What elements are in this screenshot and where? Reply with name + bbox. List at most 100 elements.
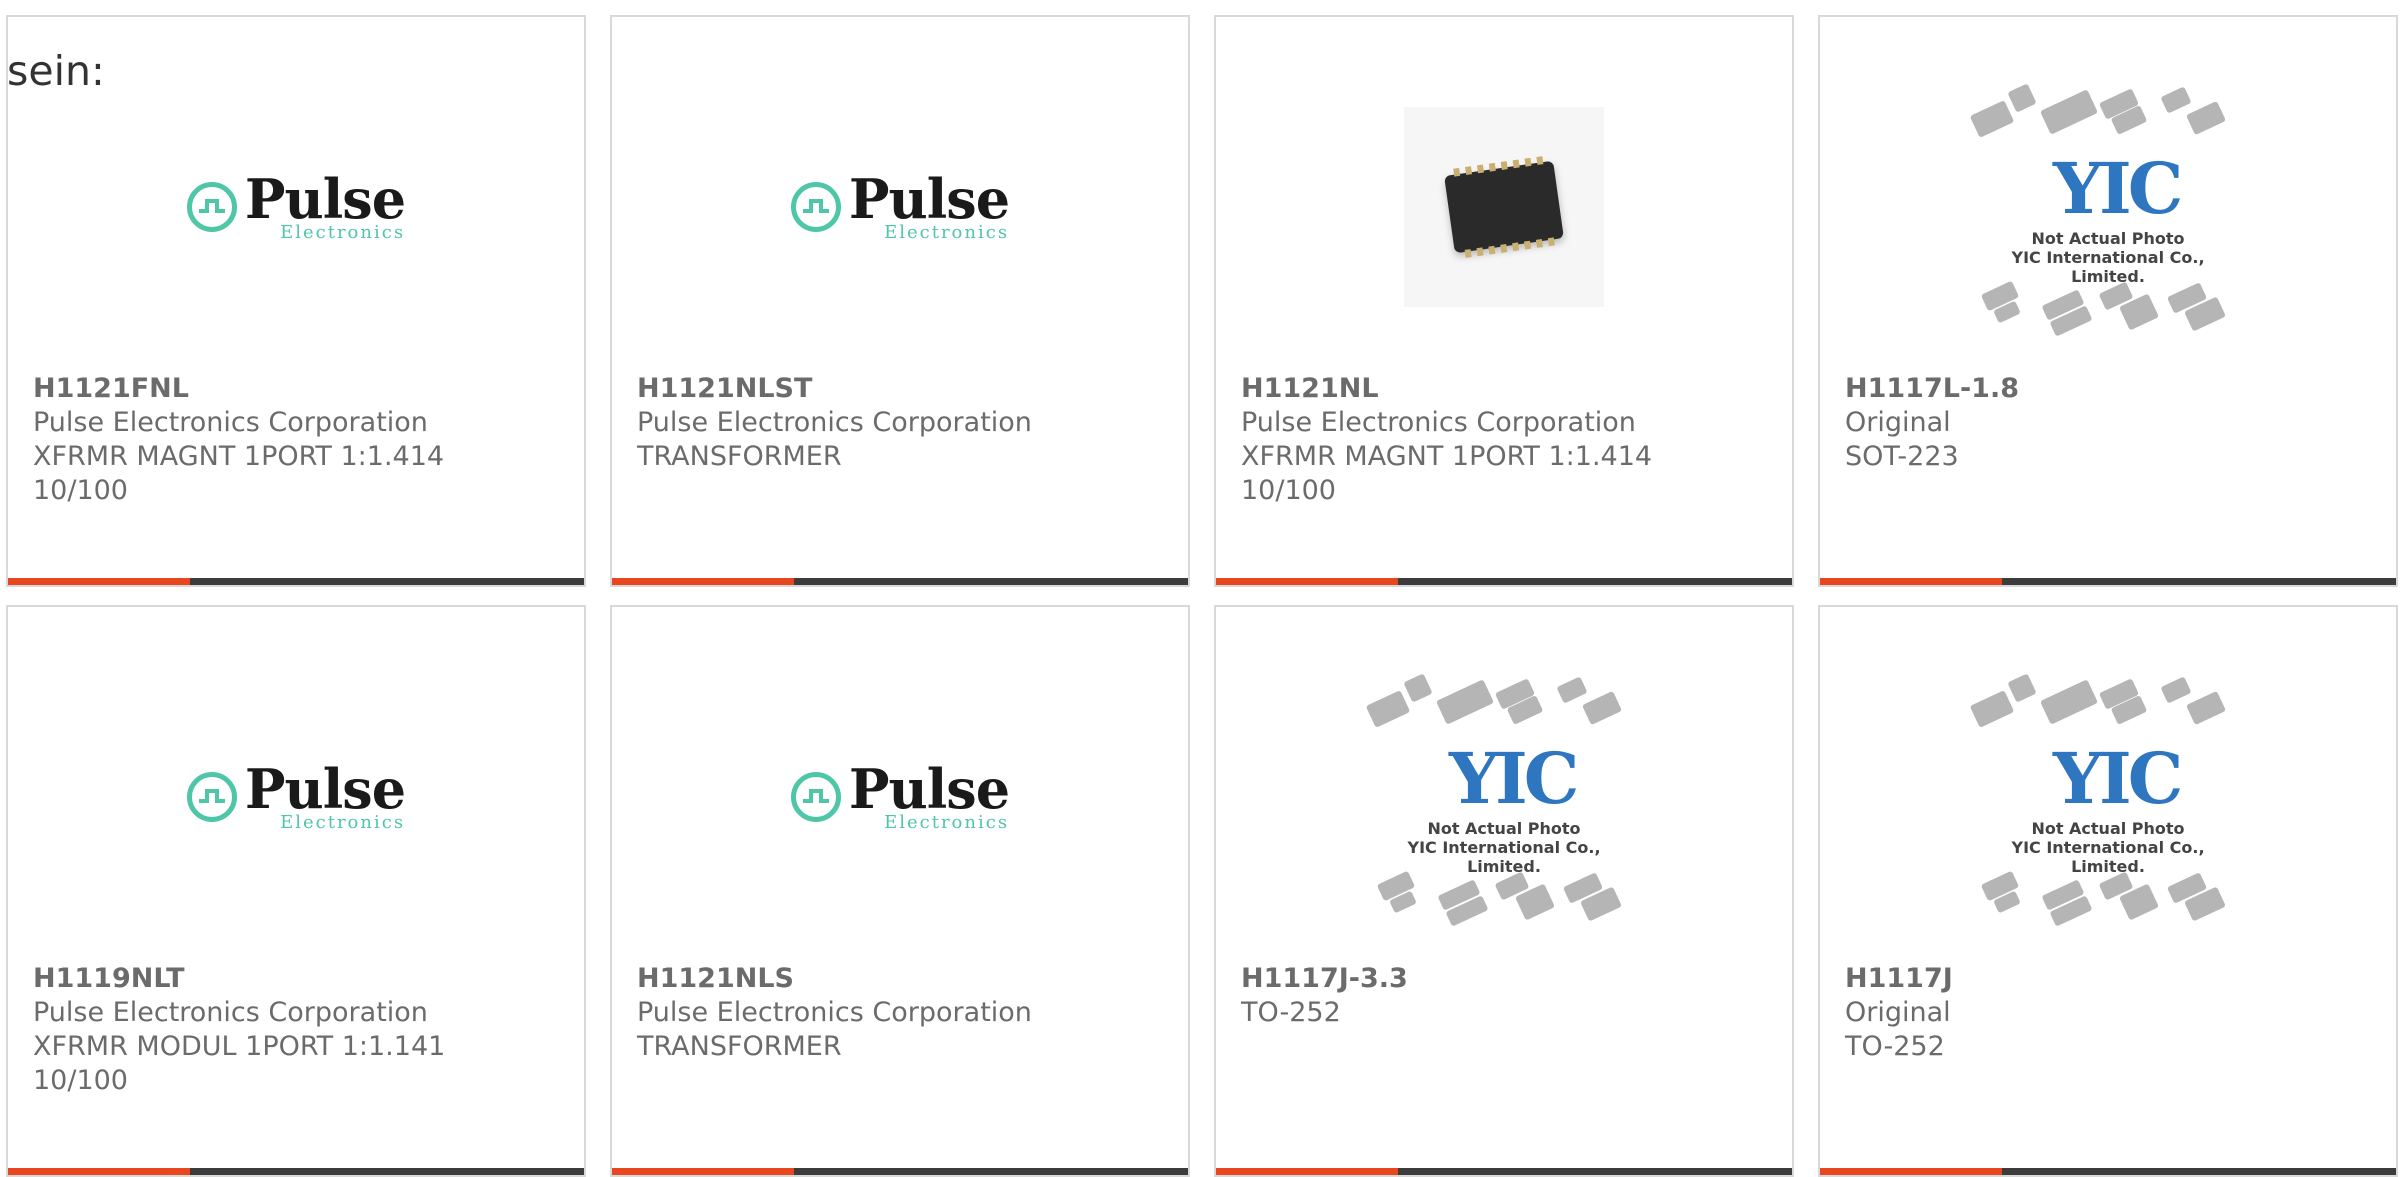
product-detail-line: 10/100 bbox=[33, 1065, 128, 1096]
product-detail-line: XFRMR MAGNT 1PORT 1:1.414 bbox=[33, 441, 445, 472]
card-bottom-bar-accent bbox=[612, 1168, 794, 1175]
yic-logo-icon: YIC bbox=[1449, 737, 1579, 820]
card-bottom-bar bbox=[8, 1168, 584, 1175]
pulse-logo-word: Pulse bbox=[244, 167, 406, 231]
pulse-logo-word: Pulse bbox=[848, 167, 1010, 231]
product-details: Original TO-252 bbox=[1845, 996, 1951, 1064]
product-details: Pulse Electronics Corporation TRANSFORMER bbox=[637, 406, 1032, 474]
product-part-number[interactable]: H1117J bbox=[1845, 962, 1953, 996]
card-bottom-bar bbox=[1820, 578, 2396, 585]
product-detail-line: 10/100 bbox=[1241, 475, 1336, 506]
product-card[interactable]: YIC Not Actual Photo YIC International Co.… bbox=[1214, 605, 1794, 1177]
product-image[interactable]: Pulse Electronics bbox=[612, 87, 1188, 327]
pulse-electronics-logo: Pulse Electronics bbox=[186, 757, 406, 833]
yic-not-actual-photo-placeholder: YIC Not Actual Photo YIC International Co.… bbox=[1365, 673, 1639, 927]
product-photo bbox=[1404, 107, 1604, 307]
product-detail-line: Original bbox=[1845, 997, 1951, 1028]
product-image[interactable]: YIC Not Actual Photo YIC International Co.… bbox=[1820, 83, 2396, 337]
pulse-wordmark: Pulse Electronics bbox=[848, 757, 1010, 833]
pulse-electronics-logo: Pulse Electronics bbox=[790, 167, 1010, 243]
product-part-number[interactable]: H1121NL bbox=[1241, 372, 1379, 406]
product-card[interactable]: Pulse Electronics H1121NLS Pulse Electronic… bbox=[610, 605, 1190, 1177]
yic-not-actual-photo-placeholder: YIC Not Actual Photo YIC International Co.… bbox=[1969, 83, 2243, 337]
pulse-wordmark: Pulse Electronics bbox=[848, 167, 1010, 243]
yic-not-actual-photo-placeholder: YIC Not Actual Photo YIC International Co.… bbox=[1969, 673, 2243, 927]
pulse-logo-subword: Electronics bbox=[280, 812, 406, 833]
product-image[interactable]: Pulse Electronics bbox=[8, 87, 584, 327]
card-bottom-bar-accent bbox=[8, 578, 190, 585]
placeholder-caption: Not Actual Photo bbox=[2031, 229, 2185, 248]
product-card[interactable]: YIC Not Actual Photo YIC International Co.… bbox=[1818, 15, 2398, 587]
card-bottom-bar bbox=[612, 578, 1188, 585]
product-part-number[interactable]: H1121FNL bbox=[33, 372, 189, 406]
product-detail-line: XFRMR MODUL 1PORT 1:1.141 bbox=[33, 1031, 446, 1062]
pulse-wordmark: Pulse Electronics bbox=[244, 757, 406, 833]
placeholder-caption: Not Actual Photo bbox=[1427, 819, 1581, 838]
component-package-icon bbox=[2007, 673, 2037, 703]
pulse-logo-subword: Electronics bbox=[884, 222, 1010, 243]
yic-logo-icon: YIC bbox=[2053, 147, 2183, 230]
product-details: Pulse Electronics Corporation XFRMR MAGNT… bbox=[1241, 406, 1652, 508]
product-details: Pulse Electronics Corporation TRANSFORMER bbox=[637, 996, 1032, 1064]
pulse-logo-word: Pulse bbox=[244, 757, 406, 821]
smd-transformer-chip-icon bbox=[1444, 156, 1564, 258]
product-details: Pulse Electronics Corporation XFRMR MODUL… bbox=[33, 996, 445, 1098]
card-bottom-bar bbox=[8, 578, 584, 585]
product-details: TO-252 bbox=[1241, 996, 1341, 1030]
product-image[interactable]: Pulse Electronics bbox=[8, 677, 584, 917]
pulse-electronics-logo: Pulse Electronics bbox=[790, 757, 1010, 833]
component-package-icon bbox=[1365, 690, 1411, 728]
component-package-icon bbox=[2039, 679, 2099, 725]
component-package-icon bbox=[1403, 673, 1433, 703]
product-image[interactable] bbox=[1216, 87, 1792, 327]
product-part-number[interactable]: H1121NLST bbox=[637, 372, 812, 406]
product-image[interactable]: YIC Not Actual Photo YIC International Co.… bbox=[1820, 673, 2396, 927]
product-detail-line: 10/100 bbox=[33, 475, 128, 506]
intro-text: sein: bbox=[7, 47, 105, 95]
pulse-electronics-logo: Pulse Electronics bbox=[186, 167, 406, 243]
product-detail-line: TRANSFORMER bbox=[637, 1031, 842, 1062]
product-detail-line: Pulse Electronics Corporation bbox=[33, 407, 428, 438]
product-card[interactable]: YIC Not Actual Photo YIC International Co.… bbox=[1818, 605, 2398, 1177]
product-details: Original SOT-223 bbox=[1845, 406, 1959, 474]
product-detail-line: Original bbox=[1845, 407, 1951, 438]
product-detail-line: TO-252 bbox=[1845, 1031, 1945, 1062]
product-card[interactable]: Pulse Electronics H1119NLT Pulse Electronic… bbox=[6, 605, 586, 1177]
pulse-logo-subword: Electronics bbox=[884, 812, 1010, 833]
placeholder-caption: Not Actual Photo bbox=[2031, 819, 2185, 838]
pulse-logo-subword: Electronics bbox=[280, 222, 406, 243]
product-detail-line: SOT-223 bbox=[1845, 441, 1959, 472]
product-detail-line: TO-252 bbox=[1241, 997, 1341, 1028]
pulse-logo-word: Pulse bbox=[848, 757, 1010, 821]
component-package-icon bbox=[2007, 83, 2037, 113]
product-detail-line: Pulse Electronics Corporation bbox=[1241, 407, 1636, 438]
product-part-number[interactable]: H1119NLT bbox=[33, 962, 185, 996]
product-part-number[interactable]: H1121NLS bbox=[637, 962, 794, 996]
pulse-logo-mark-icon bbox=[186, 182, 237, 232]
card-bottom-bar-accent bbox=[1820, 1168, 2002, 1175]
card-bottom-bar bbox=[1820, 1168, 2396, 1175]
product-detail-line: Pulse Electronics Corporation bbox=[33, 997, 428, 1028]
placeholder-company: YIC International Co., Limited. bbox=[2011, 838, 2205, 876]
card-bottom-bar bbox=[1216, 578, 1792, 585]
placeholder-company: YIC International Co., Limited. bbox=[1407, 838, 1601, 876]
product-detail-line: TRANSFORMER bbox=[637, 441, 842, 472]
product-part-number[interactable]: H1117J-3.3 bbox=[1241, 962, 1408, 996]
product-image[interactable]: YIC Not Actual Photo YIC International Co.… bbox=[1216, 673, 1792, 927]
component-package-icon bbox=[2160, 86, 2192, 114]
component-package-icon bbox=[1581, 690, 1623, 726]
card-bottom-bar bbox=[612, 1168, 1188, 1175]
product-detail-line: Pulse Electronics Corporation bbox=[637, 407, 1032, 438]
card-bottom-bar-accent bbox=[612, 578, 794, 585]
component-package-icon bbox=[1435, 679, 1495, 725]
product-part-number[interactable]: H1117L-1.8 bbox=[1845, 372, 2019, 406]
component-package-icon bbox=[1969, 690, 2015, 728]
component-package-icon bbox=[2039, 89, 2099, 135]
product-card[interactable]: Pulse Electronics H1121NLST Pulse Electroni… bbox=[610, 15, 1190, 587]
component-package-icon bbox=[2160, 676, 2192, 704]
card-bottom-bar-accent bbox=[1216, 1168, 1398, 1175]
pulse-logo-mark-icon bbox=[790, 182, 841, 232]
product-image[interactable]: Pulse Electronics bbox=[612, 677, 1188, 917]
product-card[interactable]: H1121NL Pulse Electronics Corporation XFRM… bbox=[1214, 15, 1794, 587]
product-card[interactable]: Pulse Electronics H1121FNL Pulse Electronic… bbox=[6, 15, 586, 587]
